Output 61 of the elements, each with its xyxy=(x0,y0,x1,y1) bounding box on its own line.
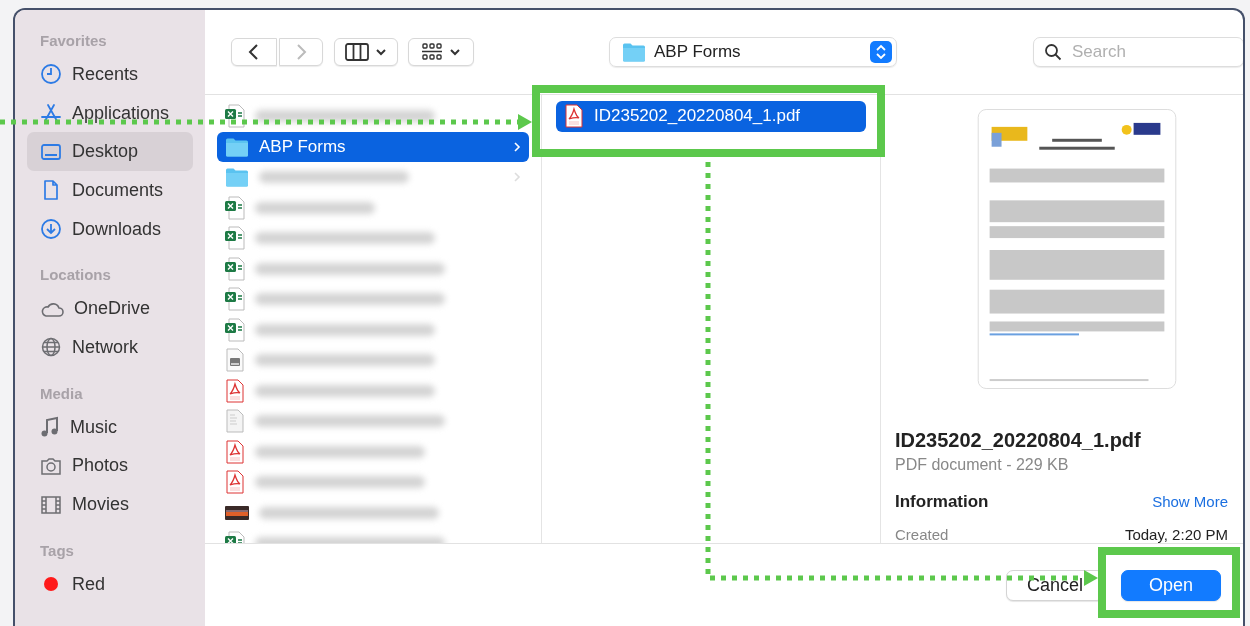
grid-icon xyxy=(421,43,443,61)
caret-icon xyxy=(449,48,461,56)
sidebar-item[interactable]: Recents xyxy=(27,55,193,94)
spreadsheet-file-icon xyxy=(225,287,245,312)
chevron-icon xyxy=(513,140,521,153)
sidebar-heading: Locations xyxy=(39,266,112,286)
stepper-icon xyxy=(870,41,892,63)
sidebar-item[interactable]: OneDrive xyxy=(27,289,193,329)
file-type-size: PDF document - 229 KB xyxy=(895,456,1070,474)
sidebar-item[interactable]: Documents xyxy=(27,171,193,210)
field-value: Today, 2:20 PM xyxy=(1124,526,1228,543)
spreadsheet-file-icon xyxy=(225,104,245,129)
chevron-icon xyxy=(513,171,521,184)
information-heading: Information xyxy=(895,492,989,512)
sidebar-item[interactable]: Applications xyxy=(27,93,193,133)
file-name: ID235202_20220804_1.pdf xyxy=(895,429,1142,452)
open-button[interactable]: Open xyxy=(1121,569,1221,601)
spreadsheet-file-icon xyxy=(225,256,245,281)
sidebar-item[interactable]: Red xyxy=(27,564,193,604)
sidebar-heading: Tags xyxy=(39,541,75,561)
folder-icon xyxy=(622,42,646,62)
field-label: Created xyxy=(895,526,949,543)
pdf-file-icon xyxy=(225,378,245,403)
clock-icon xyxy=(40,63,62,86)
caret-icon xyxy=(375,48,387,56)
sidebar-item[interactable]: Movies xyxy=(27,485,193,524)
folder-icon xyxy=(225,167,249,188)
download-icon xyxy=(40,218,62,241)
file-row[interactable]: ABP Forms xyxy=(217,131,529,162)
search-icon xyxy=(1044,43,1062,61)
search-field[interactable]: Search xyxy=(1033,37,1243,67)
pdf-file-icon xyxy=(564,104,584,129)
file-row[interactable]: ID235202_20220804_1.pdf xyxy=(556,101,866,132)
slide-file-icon xyxy=(225,504,249,521)
sidebar-item[interactable]: Photos xyxy=(27,446,193,486)
forward-chevron-icon xyxy=(295,43,307,61)
back-button[interactable] xyxy=(231,38,277,66)
spreadsheet-file-icon xyxy=(225,195,245,220)
group-button[interactable] xyxy=(408,38,474,66)
columns-icon xyxy=(345,43,369,61)
globe-icon xyxy=(40,336,62,359)
sidebar-item[interactable]: Downloads xyxy=(27,209,193,249)
music-note-icon xyxy=(40,416,60,439)
camera-icon xyxy=(40,455,62,476)
spreadsheet-file-icon xyxy=(225,226,245,251)
view-mode-button[interactable] xyxy=(334,38,398,66)
spreadsheet-file-icon xyxy=(225,317,245,342)
sidebar-heading: Favorites xyxy=(39,32,108,51)
folder-icon xyxy=(225,136,249,157)
text-file-icon xyxy=(225,409,245,434)
film-icon xyxy=(40,494,62,515)
pdf-file-icon xyxy=(225,470,245,495)
sidebar-item[interactable]: Network xyxy=(27,328,193,367)
show-more-link[interactable]: Show More xyxy=(1152,493,1228,510)
pdf-file-icon xyxy=(225,439,245,464)
sidebar-heading: Media xyxy=(39,384,84,404)
back-chevron-icon xyxy=(248,43,260,61)
sidebar-item[interactable]: Desktop xyxy=(27,132,193,172)
location-popup[interactable]: ABP Forms xyxy=(609,37,897,67)
disk-image-file-icon xyxy=(225,348,245,373)
sidebar-item[interactable]: Music xyxy=(27,407,193,447)
